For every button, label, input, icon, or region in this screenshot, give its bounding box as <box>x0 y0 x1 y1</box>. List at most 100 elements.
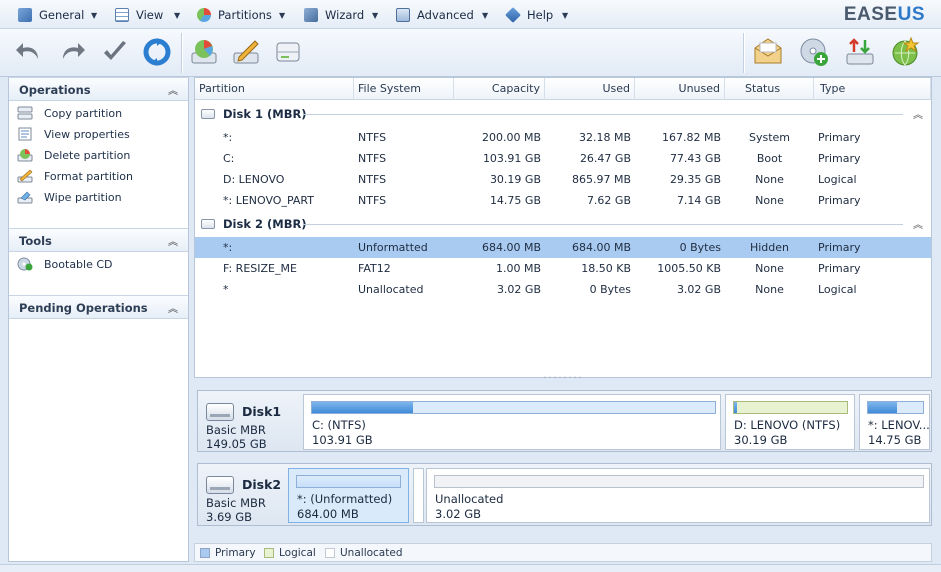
delete-partition-label: Delete partition <box>44 148 131 162</box>
usage-bar-fill <box>297 476 400 487</box>
table-cell-capacity: 14.75 GB <box>489 194 541 207</box>
table-cell-type: Logical <box>818 173 857 186</box>
table-cell-capacity: 103.91 GB <box>482 152 541 165</box>
disk2-group-label: Disk 2 (MBR) <box>223 217 307 231</box>
disk2-group-header[interactable]: Disk 2 (MBR) ︽ <box>195 214 931 234</box>
column-header-partition[interactable]: Partition <box>195 78 354 100</box>
bootable-cd-label: Bootable CD <box>44 257 113 271</box>
table-cell-used: 32.18 MB <box>578 131 631 144</box>
partition-block-unformatted[interactable]: *: (Unformatted) 684.00 MB <box>288 468 409 523</box>
collapse-icon[interactable]: ︽ <box>168 82 178 97</box>
view-properties-item[interactable]: View properties <box>17 125 130 143</box>
partition-name: C: (NTFS) <box>312 418 366 432</box>
redo-button[interactable] <box>55 35 89 69</box>
legend-primary-label: Primary <box>215 547 256 559</box>
hard-disk-icon <box>206 476 234 494</box>
online-button[interactable] <box>888 35 922 69</box>
disk1-label[interactable]: Disk1 Basic MBR 149.05 GB <box>206 401 292 451</box>
menu-advanced[interactable]: Advanced ▼ <box>396 7 488 23</box>
disk2-name: Disk2 <box>242 477 282 492</box>
collapse-icon[interactable]: ︽ <box>913 106 923 121</box>
table-row[interactable]: F: RESIZE_ME FAT12 1.00 MB 18.50 KB 1005.50 … <box>195 258 931 279</box>
table-row[interactable]: D: LENOVO NTFS 30.19 GB 865.97 MB 29.35 GB No… <box>195 169 931 190</box>
menu-partitions[interactable]: Partitions ▼ <box>197 7 285 23</box>
bootable-cd-item[interactable]: Bootable CD <box>17 255 113 273</box>
edit-partition-button[interactable] <box>229 35 263 69</box>
table-cell-status: System <box>748 131 791 144</box>
table-cell-fs: NTFS <box>358 152 387 165</box>
partition-block-c[interactable]: C: (NTFS) 103.91 GB <box>303 394 721 450</box>
format-partition-item[interactable]: Format partition <box>17 167 133 185</box>
checkmark-icon <box>104 41 126 60</box>
menu-wizard[interactable]: Wizard ▼ <box>304 7 378 23</box>
partition-block-lenovo-part[interactable]: *: LENOV... 14.75 GB <box>859 394 930 450</box>
table-cell-type: Primary <box>818 194 861 207</box>
pencil-disk-icon <box>233 40 259 64</box>
wipe-partition-item[interactable]: Wipe partition <box>17 188 122 206</box>
menu-general[interactable]: General ▼ <box>18 7 97 23</box>
apply-button[interactable] <box>98 35 132 69</box>
disk-button[interactable] <box>271 35 305 69</box>
chevron-down-icon: ▼ <box>482 10 489 20</box>
legend: Primary Logical Unallocated <box>194 543 932 562</box>
wizard-icon <box>304 8 318 22</box>
collapse-icon[interactable]: ︽ <box>168 300 178 315</box>
upgrade-button[interactable] <box>843 35 877 69</box>
chevron-down-icon: ▼ <box>279 10 286 20</box>
table-row[interactable]: *: Unformatted 684.00 MB 684.00 MB 0 Bytes Hi… <box>195 237 931 258</box>
feedback-button[interactable] <box>751 35 785 69</box>
table-cell-status: None <box>755 194 784 207</box>
refresh-button[interactable] <box>140 35 174 69</box>
copy-partition-icon <box>17 106 33 120</box>
tools-title: Tools <box>19 234 52 248</box>
partition-block-d-lenovo[interactable]: D: LENOVO (NTFS) 30.19 GB <box>725 394 855 450</box>
disk2-label[interactable]: Disk2 Basic MBR 3.69 GB <box>206 474 292 524</box>
column-header-capacity[interactable]: Capacity <box>454 78 545 100</box>
table-row[interactable]: * Unallocated 3.02 GB 0 Bytes 3.02 GB None Log… <box>195 279 931 300</box>
table-cell-unused: 77.43 GB <box>669 152 721 165</box>
table-cell-partition: *: <box>223 131 233 144</box>
partition-block-resize-me[interactable] <box>413 468 424 523</box>
usage-bar <box>867 401 924 414</box>
table-cell-unused: 167.82 MB <box>661 131 721 144</box>
collapse-icon[interactable]: ︽ <box>913 216 923 231</box>
menu-help[interactable]: Help ▼ <box>505 7 568 23</box>
disk1-group-label: Disk 1 (MBR) <box>223 107 307 121</box>
chevron-down-icon: ▼ <box>91 10 98 20</box>
column-header-type[interactable]: Type <box>814 78 931 100</box>
table-row[interactable]: C: NTFS 103.91 GB 26.47 GB 77.43 GB Boot Prima… <box>195 148 931 169</box>
legend-swatch-unallocated <box>325 548 335 558</box>
usage-bar-fill <box>868 402 897 413</box>
tools-section-header[interactable]: Tools ︽ <box>9 228 188 252</box>
column-header-unused[interactable]: Unused <box>635 78 725 100</box>
copy-partition-item[interactable]: Copy partition <box>17 104 122 122</box>
partition-properties-button[interactable] <box>187 35 221 69</box>
table-cell-status: Hidden <box>749 241 790 254</box>
collapse-icon[interactable]: ︽ <box>168 233 178 248</box>
table-cell-unused: 0 Bytes <box>679 241 721 254</box>
column-header-file-system[interactable]: File System <box>354 78 454 100</box>
bootable-cd-button[interactable] <box>797 35 831 69</box>
legend-logical: Logical <box>264 547 316 559</box>
column-header-used[interactable]: Used <box>545 78 635 100</box>
globe-star-icon <box>892 36 920 66</box>
disk1-group-header[interactable]: Disk 1 (MBR) ︽ <box>195 104 931 124</box>
column-header-status[interactable]: Status <box>725 78 814 100</box>
table-row[interactable]: *: NTFS 200.00 MB 32.18 MB 167.82 MB System Pr… <box>195 127 931 148</box>
table-cell-used: 865.97 MB <box>571 173 631 186</box>
table-cell-fs: Unformatted <box>358 241 428 254</box>
table-row[interactable]: *: LENOVO_PART NTFS 14.75 GB 7.62 GB 7.14 GB… <box>195 190 931 211</box>
pending-operations-section-header[interactable]: Pending Operations ︽ <box>9 295 188 319</box>
splitter-handle[interactable]: ˙˙˙˙˙˙˙˙ <box>194 377 932 386</box>
undo-button[interactable] <box>12 35 46 69</box>
disk1-size: 149.05 GB <box>206 437 267 451</box>
usage-bar <box>434 475 924 488</box>
delete-partition-item[interactable]: Delete partition <box>17 146 130 164</box>
partition-block-unallocated[interactable]: Unallocated 3.02 GB <box>426 468 930 523</box>
help-icon <box>505 7 521 23</box>
operations-section-header[interactable]: Operations ︽ <box>9 77 188 101</box>
table-cell-used: 0 Bytes <box>589 283 631 296</box>
menu-view[interactable]: View ▼ <box>115 7 180 23</box>
table-cell-partition: *: <box>223 241 233 254</box>
wipe-partition-label: Wipe partition <box>44 190 122 204</box>
